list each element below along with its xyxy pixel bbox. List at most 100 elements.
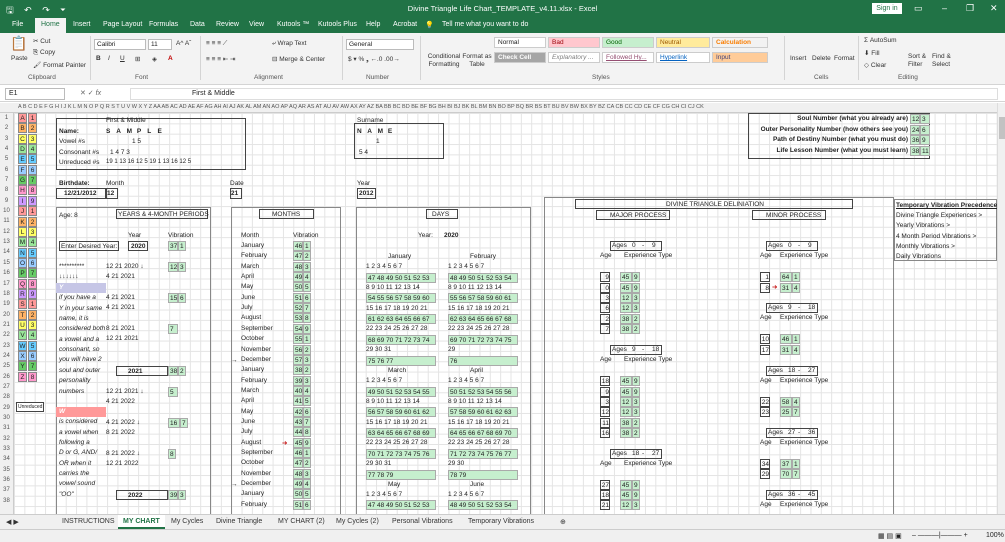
tab-home[interactable]: Home bbox=[35, 18, 66, 33]
clear-button[interactable]: ◇ Clear bbox=[864, 61, 886, 69]
tab-data[interactable]: Data bbox=[190, 21, 205, 28]
row-header[interactable]: 22 bbox=[0, 330, 13, 340]
vibration-link[interactable]: 4 Month Period Vibrations > bbox=[896, 232, 976, 242]
style-normal[interactable]: Normal bbox=[494, 37, 546, 48]
row-header[interactable]: 9 bbox=[0, 196, 13, 206]
row-header[interactable]: 17 bbox=[0, 279, 13, 289]
row-header[interactable]: 7 bbox=[0, 175, 13, 185]
row-header[interactable]: 3 bbox=[0, 134, 13, 144]
cut-button[interactable]: ✂ Cut bbox=[33, 37, 50, 45]
row-header[interactable]: 20 bbox=[0, 310, 13, 320]
style-neutral[interactable]: Neutral bbox=[656, 37, 710, 48]
fill-color-icon[interactable]: ◈ bbox=[152, 55, 157, 63]
tab-help[interactable]: Help bbox=[366, 21, 380, 28]
wrap-text-button[interactable]: ⤶ Wrap Text bbox=[272, 40, 306, 48]
italic-button[interactable]: I bbox=[108, 55, 110, 62]
name-box[interactable]: E1 bbox=[5, 88, 65, 100]
bold-button[interactable]: B bbox=[96, 55, 101, 62]
sort-filter-button[interactable]: Sort & Filter bbox=[908, 53, 930, 69]
row-header[interactable]: 13 bbox=[0, 237, 13, 247]
font-size-select[interactable]: 11 bbox=[148, 39, 172, 50]
tab-kutools[interactable]: Kutools ™ bbox=[277, 21, 309, 28]
row-headers[interactable]: 1 2 3 4 5 6 7 8 9 10 11 12 13 14 15 16 17 18 19 20 21 22 23 24 2… bbox=[0, 113, 14, 514]
row-header[interactable]: 33 bbox=[0, 444, 13, 454]
tab-review[interactable]: Review bbox=[216, 21, 239, 28]
number-format-select[interactable]: General bbox=[346, 39, 414, 50]
row-header[interactable]: 24 bbox=[0, 351, 13, 361]
vibration-link[interactable]: Divine Triangle Experiences > bbox=[896, 211, 982, 221]
sheet-nav-icon[interactable]: ◀ ▶ bbox=[6, 518, 19, 526]
sheet-tab-my-cycles-2[interactable]: My Cycles (2) bbox=[336, 518, 379, 525]
sheet-tab-my-cycles[interactable]: My Cycles bbox=[171, 518, 203, 525]
vibration-link[interactable]: Daily Vibrations bbox=[896, 252, 941, 262]
underline-button[interactable]: U bbox=[120, 55, 125, 62]
row-header[interactable]: 35 bbox=[0, 465, 13, 475]
row-header[interactable]: 19 bbox=[0, 299, 13, 309]
borders-icon[interactable]: ⊞ bbox=[135, 55, 140, 63]
fx-icon[interactable]: ✕ ✓ fx bbox=[80, 89, 101, 97]
zoom-level[interactable]: 100% bbox=[986, 532, 1004, 539]
font-name-select[interactable]: Calibri bbox=[94, 39, 146, 50]
style-input[interactable]: Input bbox=[712, 52, 768, 63]
row-header[interactable]: 6 bbox=[0, 165, 13, 175]
zoom-slider[interactable]: – ———|——— + bbox=[912, 532, 968, 539]
column-headers[interactable]: A B C D E F G H I J K L M N O P Q R S T … bbox=[0, 103, 997, 113]
row-header[interactable]: 32 bbox=[0, 434, 13, 444]
minimize-icon[interactable]: – bbox=[942, 3, 947, 13]
row-header[interactable]: 5 bbox=[0, 154, 13, 164]
formula-input[interactable]: First & Middle bbox=[130, 88, 998, 100]
row-header[interactable]: 8 bbox=[0, 185, 13, 195]
tab-insert[interactable]: Insert bbox=[73, 21, 91, 28]
style-calculation[interactable]: Calculation bbox=[712, 37, 768, 48]
row-header[interactable]: 21 bbox=[0, 320, 13, 330]
row-header[interactable]: 18 bbox=[0, 289, 13, 299]
restore-icon[interactable]: ❐ bbox=[966, 3, 974, 14]
row-header[interactable]: 12 bbox=[0, 227, 13, 237]
sheet-tab-personal-vibrations[interactable]: Personal Vibrations bbox=[392, 518, 453, 525]
row-header[interactable]: 25 bbox=[0, 361, 13, 371]
vertical-scrollbar[interactable] bbox=[997, 103, 1005, 514]
sheet-tab-my-chart-2[interactable]: MY CHART (2) bbox=[278, 518, 325, 525]
font-color-icon[interactable]: A bbox=[168, 55, 173, 62]
tab-acrobat[interactable]: Acrobat bbox=[393, 21, 417, 28]
style-check-cell[interactable]: Check Cell bbox=[494, 52, 546, 63]
view-mode-icons[interactable]: ▦ ▤ ▣ bbox=[878, 532, 902, 540]
tab-view[interactable]: View bbox=[249, 21, 264, 28]
style-hyperlink[interactable]: Hyperlink bbox=[656, 52, 710, 63]
scrollbar-thumb[interactable] bbox=[999, 117, 1005, 139]
paste-button[interactable]: Paste bbox=[11, 55, 28, 62]
delete-cells-button[interactable]: Delete bbox=[812, 55, 831, 62]
tab-kutools-plus[interactable]: Kutools Plus bbox=[318, 21, 357, 28]
sheet-tab-temporary-vibrations[interactable]: Temporary Vibrations bbox=[468, 518, 534, 525]
fill-button[interactable]: ⬇ Fill bbox=[864, 49, 880, 57]
tab-formulas[interactable]: Formulas bbox=[149, 21, 178, 28]
format-cells-button[interactable]: Format bbox=[834, 55, 855, 62]
row-header[interactable]: 36 bbox=[0, 475, 13, 485]
row-header[interactable]: 10 bbox=[0, 206, 13, 216]
row-header[interactable]: 15 bbox=[0, 258, 13, 268]
row-header[interactable]: 26 bbox=[0, 372, 13, 382]
sheet-tab-instructions[interactable]: INSTRUCTIONS bbox=[62, 518, 115, 525]
sheet-tab-divine-triangle[interactable]: Divine Triangle bbox=[216, 518, 262, 525]
font-grow-shrink-icon[interactable]: A^ Aˇ bbox=[176, 40, 191, 47]
format-as-table-button[interactable]: Format as Table bbox=[462, 53, 492, 69]
row-header[interactable]: 37 bbox=[0, 485, 13, 495]
row-header[interactable]: 14 bbox=[0, 247, 13, 257]
row-header[interactable]: 27 bbox=[0, 382, 13, 392]
row-header[interactable]: 38 bbox=[0, 496, 13, 506]
number-format-icons[interactable]: $ ▾ % ❟ ←.0 .00→ bbox=[348, 55, 400, 64]
sheet-tab-my-chart[interactable]: MY CHART bbox=[118, 515, 165, 529]
vibration-link[interactable]: Yearly Vibrations > bbox=[896, 221, 950, 231]
enter-year-input[interactable]: 2020 bbox=[128, 241, 149, 251]
style-explanatory[interactable]: Explanatory ... bbox=[548, 52, 600, 63]
style-good[interactable]: Good bbox=[602, 37, 654, 48]
row-header[interactable]: 2 bbox=[0, 123, 13, 133]
row-header[interactable]: 34 bbox=[0, 454, 13, 464]
row-header[interactable]: 30 bbox=[0, 413, 13, 423]
add-sheet-icon[interactable]: ⊕ bbox=[560, 518, 566, 526]
tell-me-search[interactable]: Tell me what you want to do bbox=[442, 21, 528, 28]
worksheet-grid[interactable]: A1B2C3D4E5F6G7H8I9J1K2L3M4N5O6P7Q8R9S1T2… bbox=[14, 113, 997, 514]
row-header[interactable]: 28 bbox=[0, 392, 13, 402]
row-header[interactable]: 11 bbox=[0, 216, 13, 226]
row-header[interactable]: 23 bbox=[0, 341, 13, 351]
